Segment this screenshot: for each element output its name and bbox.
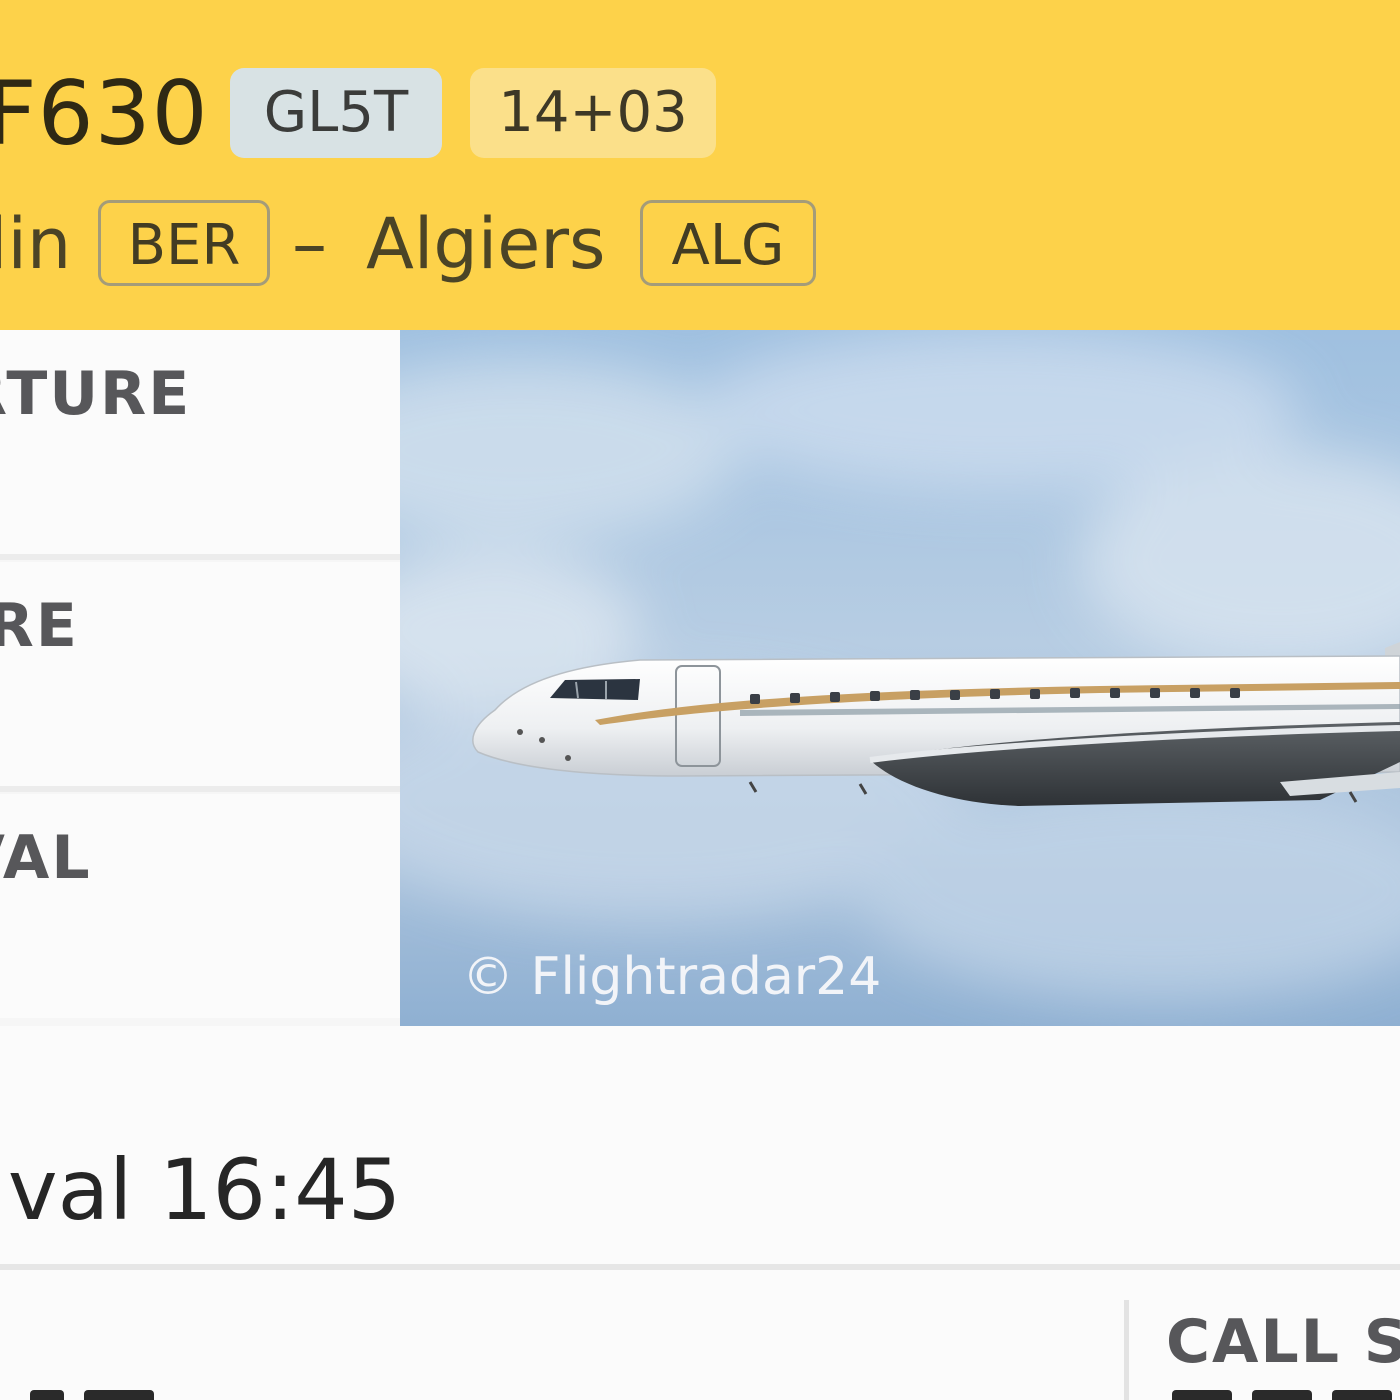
flight-number: F630 (0, 62, 209, 165)
aircraft-photo-image (400, 330, 1400, 1026)
cut-off-text-fragment (30, 1390, 64, 1400)
departure-time-row: PARTURE (0, 330, 400, 560)
flight-details-page: F630 GL5T 14+03 lin BER – Algiers ALG PA… (0, 0, 1400, 1400)
flight-info-section: CALL SI (0, 1270, 1400, 1400)
aircraft-type-badge: GL5T (230, 68, 442, 158)
route-origin-city: lin (0, 203, 72, 285)
departure-time-label: PARTURE (0, 359, 192, 429)
arrival-banner: rival 16:45 (0, 1026, 1400, 1270)
cut-off-text-fragment (1332, 1390, 1392, 1400)
actual-departure-time-row: TURE (0, 562, 400, 792)
flight-header: F630 GL5T 14+03 lin BER – Algiers ALG (0, 0, 1400, 330)
column-divider (1124, 1300, 1129, 1400)
actual-departure-time-label: TURE (0, 591, 79, 661)
photo-credit: © Flightradar24 (462, 947, 882, 1007)
arrival-status-text: rival 16:45 (0, 1141, 402, 1239)
route-separator: – (292, 203, 327, 285)
cut-off-text-fragment (1252, 1390, 1312, 1400)
arrival-time-row: RIVAL (0, 794, 400, 1018)
route-destination-city: Algiers (366, 203, 606, 285)
route-destination-code[interactable]: ALG (640, 200, 816, 286)
route-origin-code[interactable]: BER (98, 200, 270, 286)
aircraft-photo[interactable]: © Flightradar24 (400, 330, 1400, 1026)
callsign-label: CALL SI (1166, 1307, 1400, 1377)
cut-off-text-fragment (1172, 1390, 1232, 1400)
cut-off-text-fragment (84, 1390, 154, 1400)
arrival-time-label: RIVAL (0, 823, 92, 893)
time-badge: 14+03 (470, 68, 716, 158)
schedule-column: PARTURE TURE RIVAL (0, 330, 400, 1026)
